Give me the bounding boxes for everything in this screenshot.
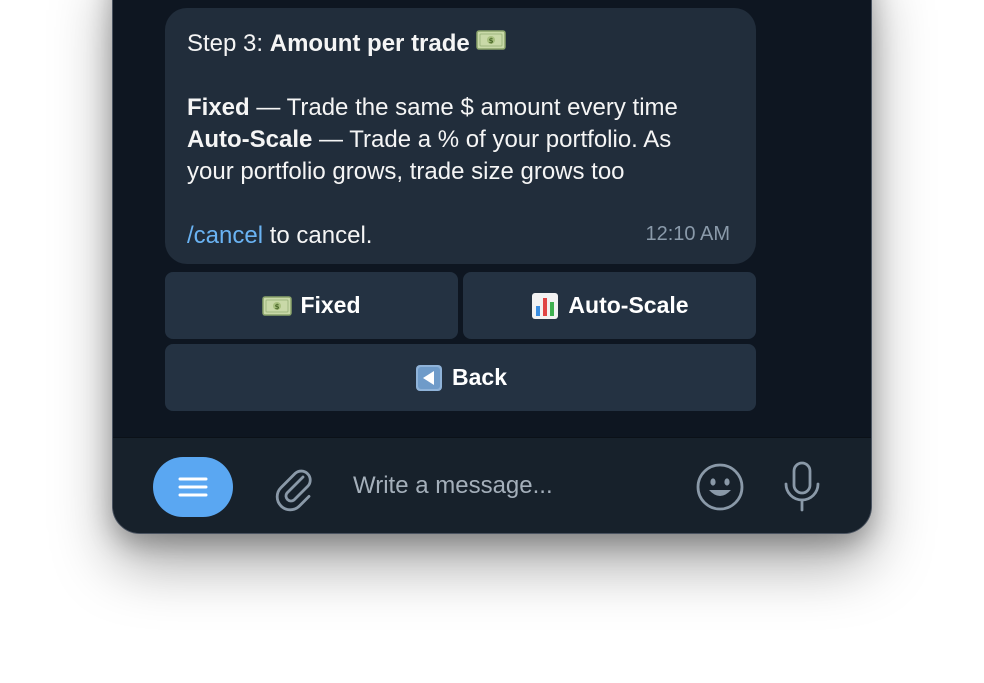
money-banknote-icon: $ [476,25,507,55]
auto-scale-button-label: Auto-Scale [568,292,689,318]
step-prefix: Step 3: [187,30,270,57]
message-line-fixed: Fixed — Trade the same $ amount every ti… [187,94,678,121]
auto-scale-button[interactable]: Auto-Scale [463,272,756,339]
fixed-button-label: Fixed [300,292,361,318]
money-banknote-icon: $ [262,291,293,321]
step-title: Amount per trade [269,30,470,57]
emoji-button[interactable] [695,462,745,512]
fixed-button[interactable]: $ Fixed [165,272,458,339]
back-button-label: Back [452,364,507,390]
bot-menu-button[interactable] [153,457,233,517]
chat-area[interactable]: Step 3: Amount per trade $ Fixed — Trade… [113,0,871,437]
message-composer [113,437,871,533]
bar-chart-icon [530,291,560,321]
menu-icon [178,477,208,497]
message-line-autoscale: Auto-Scale — Trade a % of your portfolio… [187,126,672,153]
microphone-icon [784,461,820,512]
message-input[interactable] [353,466,673,506]
smiley-icon [696,463,744,511]
message-line-grows: your portfolio grows, trade size grows t… [187,158,625,185]
svg-text:$: $ [489,37,494,45]
back-button[interactable]: Back [165,344,756,411]
svg-text:$: $ [275,303,280,311]
message-timestamp: 12:10 AM [645,223,730,245]
cancel-command-link[interactable]: /cancel [187,222,263,249]
telegram-window: Step 3: Amount per trade $ Fixed — Trade… [112,0,872,534]
paperclip-icon [275,469,312,512]
back-arrow-icon [414,363,444,393]
attach-button[interactable] [271,463,317,513]
voice-message-button[interactable] [781,460,823,514]
bot-message-bubble: Step 3: Amount per trade $ Fixed — Trade… [165,8,756,264]
message-line-step: Step 3: Amount per trade $ [187,25,734,60]
